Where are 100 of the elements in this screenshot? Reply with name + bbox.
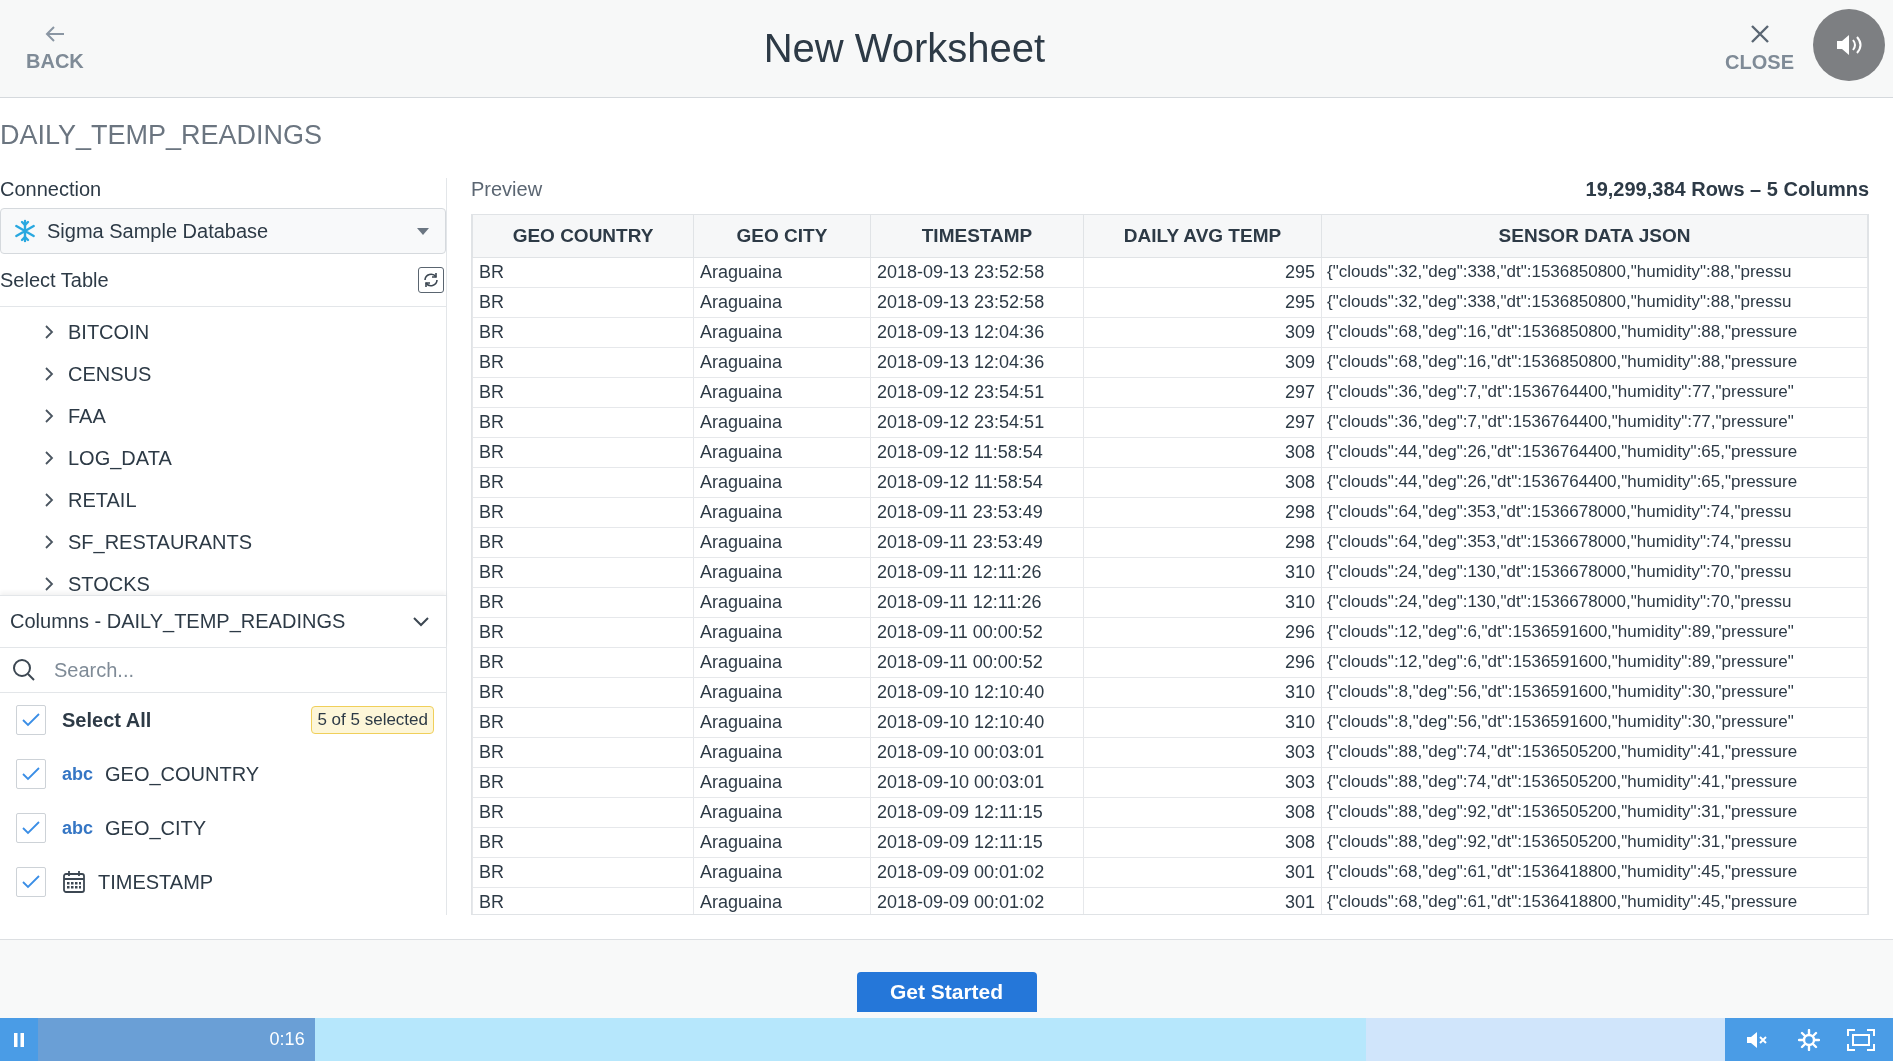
table-cell: {"clouds":36,"deg":7,"dt":1536764400,"humidity":77,"pressure"	[1321, 377, 1868, 408]
table-cell: Araguaina	[693, 707, 871, 738]
checkmark-icon	[22, 821, 40, 835]
table-cell: {"clouds":12,"deg":6,"dt":1536591600,"humidity":89,"pressure"	[1321, 647, 1868, 678]
table-cell: BR	[472, 257, 694, 288]
text-type-icon: abc	[62, 763, 94, 785]
table-cell: BR	[472, 827, 694, 858]
search-field[interactable]: Search...	[52, 657, 446, 683]
table-cell: 310	[1083, 707, 1322, 738]
column-header[interactable]: GEO CITY	[693, 214, 871, 258]
tree-item[interactable]: SF_RESTAURANTS	[0, 521, 446, 563]
table-cell: Araguaina	[693, 317, 871, 348]
table-cell: 310	[1083, 557, 1322, 588]
table-cell: Araguaina	[693, 677, 871, 708]
selection-count-badge: 5 of 5 selected	[311, 706, 434, 734]
table-cell: BR	[472, 887, 694, 914]
checkmark-icon	[22, 767, 40, 781]
table-cell: 308	[1083, 467, 1322, 498]
table-cell: BR	[472, 407, 694, 438]
table-cell: BR	[472, 467, 694, 498]
table-cell: BR	[472, 737, 694, 768]
table-cell: {"clouds":88,"deg":92,"dt":1536505200,"humidity":31,"pressure	[1321, 797, 1868, 828]
table-cell: 2018-09-13 23:52:58	[870, 257, 1084, 288]
checkbox-label: GEO_CITY	[105, 816, 207, 840]
table-cell: 2018-09-09 00:01:02	[870, 857, 1084, 888]
refresh-button[interactable]	[418, 267, 444, 293]
table-cell: 2018-09-13 12:04:36	[870, 347, 1084, 378]
table-cell: 301	[1083, 857, 1322, 888]
columns-panel-header[interactable]: Columns - DAILY_TEMP_READINGS	[0, 595, 446, 648]
table-cell: BR	[472, 587, 694, 618]
column-header[interactable]: SENSOR DATA JSON	[1321, 214, 1868, 258]
table-cell: Araguaina	[693, 857, 871, 888]
pause-button[interactable]	[0, 1018, 38, 1061]
tree-item[interactable]: LOG_DATA	[0, 437, 446, 479]
table-cell: Araguaina	[693, 587, 871, 618]
table-cell: 298	[1083, 497, 1322, 528]
pause-icon	[14, 1032, 24, 1047]
column-header[interactable]: GEO COUNTRY	[472, 214, 694, 258]
table-cell: BR	[472, 347, 694, 378]
checkbox[interactable]	[16, 813, 46, 843]
snowflake-icon	[13, 219, 37, 243]
table-cell: BR	[472, 377, 694, 408]
table-cell: 2018-09-11 12:11:26	[870, 587, 1084, 618]
connection-dropdown[interactable]: Sigma Sample Database	[0, 208, 446, 254]
table-cell: Araguaina	[693, 617, 871, 648]
table-cell: 308	[1083, 827, 1322, 858]
field-label: Select Table	[0, 268, 109, 292]
table-cell: Araguaina	[693, 647, 871, 678]
table-cell: 2018-09-13 12:04:36	[870, 317, 1084, 348]
table-cell: {"clouds":88,"deg":74,"dt":1536505200,"humidity":41,"pressure	[1321, 737, 1868, 768]
tree-item[interactable]: BITCOIN	[0, 311, 446, 353]
tree-item[interactable]: STOCKS	[0, 563, 446, 595]
checkbox-label: TIMESTAMP	[98, 870, 214, 894]
table-cell: {"clouds":36,"deg":7,"dt":1536764400,"humidity":77,"pressure"	[1321, 407, 1868, 438]
table-cell: 2018-09-11 12:11:26	[870, 557, 1084, 588]
table-cell: 2018-09-11 00:00:52	[870, 617, 1084, 648]
checkmark-icon	[22, 713, 40, 727]
table-cell: 298	[1083, 527, 1322, 558]
table-cell: 2018-09-12 11:58:54	[870, 437, 1084, 468]
tree-item[interactable]: FAA	[0, 395, 446, 437]
tree-item[interactable]: CENSUS	[0, 353, 446, 395]
refresh-icon	[422, 271, 440, 289]
table-cell: Araguaina	[693, 497, 871, 528]
fullscreen-icon	[1847, 1028, 1875, 1051]
table-cell: {"clouds":24,"deg":130,"dt":1536678000,"humidity":70,"pressu	[1321, 587, 1868, 618]
table-cell: Araguaina	[693, 347, 871, 378]
checkbox[interactable]	[16, 867, 46, 897]
table-cell: BR	[472, 287, 694, 318]
table-cell: Araguaina	[693, 407, 871, 438]
table-cell: BR	[472, 797, 694, 828]
table-cell: Araguaina	[693, 377, 871, 408]
search-icon	[12, 658, 36, 682]
table-cell: Araguaina	[693, 467, 871, 498]
table-cell: 2018-09-13 23:52:58	[870, 287, 1084, 318]
table-cell: BR	[472, 767, 694, 798]
get-started-button[interactable]: Get Started	[856, 972, 1037, 1012]
table-cell: Araguaina	[693, 557, 871, 588]
table-cell: 295	[1083, 257, 1322, 288]
table-cell: BR	[472, 497, 694, 528]
checkbox-label: Select All	[62, 708, 153, 732]
table-cell: 2018-09-09 12:11:15	[870, 797, 1084, 828]
tree-item[interactable]: RETAIL	[0, 479, 446, 521]
table-cell: 308	[1083, 797, 1322, 828]
row-count: 19,299,384 Rows – 5 Columns	[1585, 178, 1869, 202]
table-cell: 309	[1083, 317, 1322, 348]
column-header[interactable]: TIMESTAMP	[870, 214, 1084, 258]
table-name: DAILY_TEMP_READINGS	[0, 119, 324, 152]
table-cell: 303	[1083, 737, 1322, 768]
table-cell: 2018-09-10 00:03:01	[870, 767, 1084, 798]
checkbox[interactable]	[16, 759, 46, 789]
table-cell: BR	[472, 707, 694, 738]
column-header[interactable]: DAILY AVG TEMP	[1083, 214, 1322, 258]
table-cell: 2018-09-12 23:54:51	[870, 407, 1084, 438]
table-cell: Araguaina	[693, 527, 871, 558]
table-cell: BR	[472, 647, 694, 678]
table-cell: 297	[1083, 407, 1322, 438]
checkbox[interactable]	[16, 705, 46, 735]
table-cell: {"clouds":68,"deg":16,"dt":1536850800,"humidity":88,"pressure	[1321, 317, 1868, 348]
table-cell: 310	[1083, 677, 1322, 708]
table-cell: {"clouds":64,"deg":353,"dt":1536678000,"humidity":74,"pressu	[1321, 527, 1868, 558]
